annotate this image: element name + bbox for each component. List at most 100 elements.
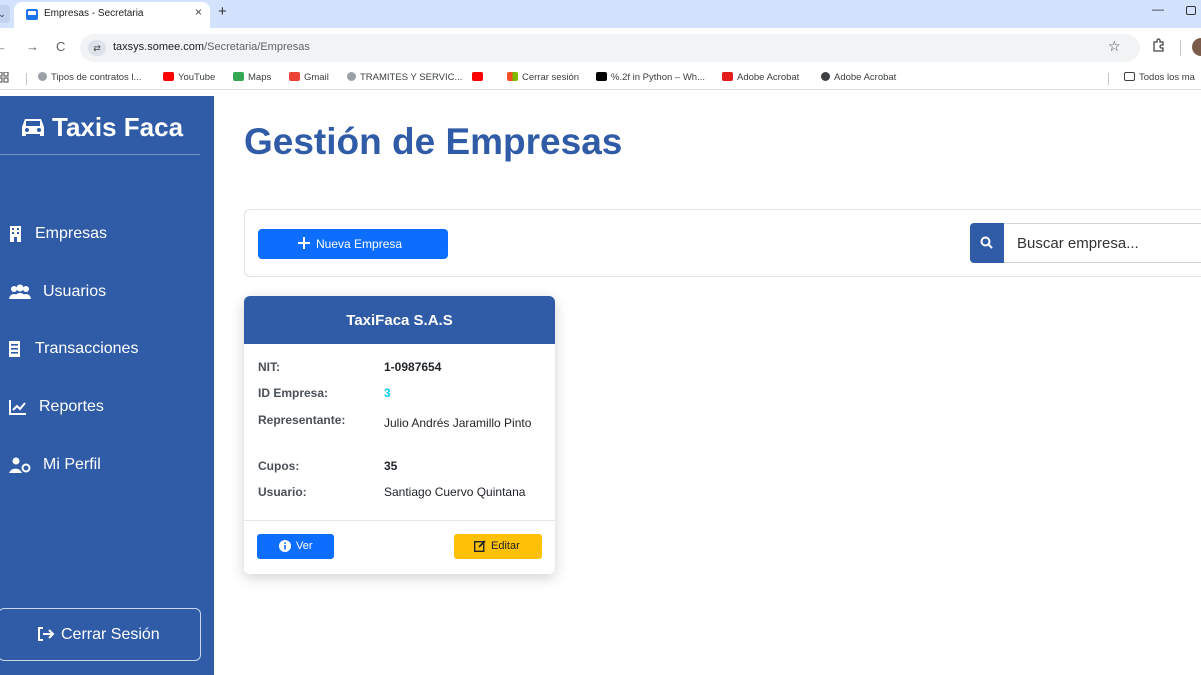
bookmark-label: Tipos de contratos l... — [51, 72, 142, 83]
globe-icon — [347, 72, 356, 81]
bookmark-label: YouTube — [178, 72, 216, 83]
bookmark-item[interactable]: Gmail — [289, 72, 329, 83]
apps-grid-icon[interactable] — [0, 71, 9, 86]
field-value-cupos: 35 — [384, 459, 398, 473]
field-label-id-empresa: ID Empresa: — [258, 386, 329, 400]
tab-search-button[interactable]: ⌄ — [0, 5, 10, 23]
user-cog-icon — [9, 457, 31, 475]
sidebar-item-label: Usuarios — [43, 283, 107, 300]
edit-icon — [473, 540, 486, 555]
bookmark-label: %.2f in Python – Wh... — [611, 72, 705, 83]
browser-tab-active[interactable]: Empresas - Secretaria × — [14, 2, 210, 28]
field-label-nit: NIT: — [258, 360, 280, 374]
bookmark-star-icon[interactable]: ☆ — [1108, 38, 1121, 55]
receipt-icon — [9, 341, 27, 359]
window-maximize-button[interactable] — [1186, 6, 1196, 15]
logout-label: Cerrar Sesión — [61, 626, 160, 643]
bookmarks-divider — [26, 73, 27, 85]
bookmark-label: TRAMITES Y SERVIC... — [360, 72, 463, 83]
bookmark-item[interactable]: YouTube — [163, 72, 215, 83]
search-input[interactable] — [1004, 223, 1201, 263]
acrobat-icon — [722, 72, 733, 81]
brand-divider — [0, 154, 200, 155]
site-info-icon[interactable]: ⇄ — [88, 40, 106, 56]
sidebar-item-empresas[interactable]: Empresas — [0, 215, 214, 255]
brand-logo[interactable]: Taxis Faca — [20, 112, 183, 145]
bookmark-label: Adobe Acrobat — [834, 72, 897, 83]
field-value-nit: 1-0987654 — [384, 360, 442, 374]
bookmark-item[interactable]: Maps — [233, 72, 271, 83]
url-path: /Secretaria/Empresas — [204, 41, 310, 53]
logout-button[interactable]: Cerrar Sesión — [0, 608, 201, 661]
bookmark-label: Gmail — [304, 72, 329, 83]
bookmarks-divider — [1108, 73, 1109, 85]
sign-out-icon — [37, 627, 55, 646]
sidebar-item-reportes[interactable]: Reportes — [0, 388, 214, 428]
bookmark-label: Cerrar sesión — [522, 72, 580, 83]
bookmark-item[interactable] — [472, 72, 487, 83]
all-bookmarks-label: Todos los ma — [1139, 72, 1195, 83]
youtube-icon — [163, 72, 174, 81]
brand-name: Taxis Faca — [52, 112, 184, 142]
site-favicon-icon — [26, 9, 38, 20]
sidebar-item-transacciones[interactable]: Transacciones — [0, 330, 214, 370]
sidebar: Taxis Faca Empresas Usuarios Transaccion… — [0, 96, 214, 675]
sidebar-item-mi-perfil[interactable]: Mi Perfil — [0, 446, 214, 486]
forward-button[interactable]: → — [26, 39, 39, 54]
back-button[interactable]: ← — [0, 39, 7, 54]
profile-avatar[interactable] — [1192, 38, 1201, 56]
search-button[interactable] — [970, 223, 1004, 263]
bookmark-item[interactable]: Adobe Acrobat — [821, 72, 896, 83]
window-minimize-button[interactable]: — — [1152, 2, 1164, 16]
info-circle-icon — [279, 540, 291, 555]
field-value-id-empresa: 3 — [384, 386, 391, 400]
taxi-icon — [20, 114, 46, 145]
bookmarks-bar: Tipos de contratos l... YouTube Maps Gma… — [0, 68, 1201, 90]
bookmark-item[interactable]: %.2f in Python – Wh... — [596, 72, 705, 83]
youtube-icon — [472, 72, 483, 81]
bookmark-item[interactable]: Cerrar sesión — [507, 72, 579, 83]
tab-title: Empresas - Secretaria — [44, 8, 144, 19]
bookmark-item[interactable]: TRAMITES Y SERVIC... — [347, 72, 462, 83]
address-bar[interactable]: ⇄ taxsys.somee.com/Secretaria/Empresas — [80, 34, 1140, 62]
field-label-representante: Representante: — [258, 413, 346, 427]
edit-button[interactable]: Editar — [454, 534, 542, 559]
bookmark-label: Adobe Acrobat — [737, 72, 800, 83]
all-bookmarks-folder[interactable]: Todos los ma — [1124, 72, 1195, 83]
url-text[interactable]: taxsys.somee.com/Secretaria/Empresas — [113, 41, 310, 53]
new-company-button[interactable]: Nueva Empresa — [258, 229, 448, 259]
python-icon — [596, 72, 607, 81]
bookmark-label: Maps — [248, 72, 272, 83]
new-company-label: Nueva Empresa — [316, 237, 403, 251]
chart-line-icon — [9, 399, 27, 417]
field-value-usuario: Santiago Cuervo Quintana — [384, 485, 526, 499]
globe-icon — [38, 72, 47, 81]
new-tab-button[interactable]: + — [218, 3, 227, 20]
field-label-usuario: Usuario: — [258, 485, 307, 499]
bookmark-item[interactable]: Adobe Acrobat — [722, 72, 799, 83]
maps-icon — [233, 72, 244, 81]
edit-label: Editar — [491, 540, 520, 552]
extensions-icon[interactable] — [1152, 38, 1166, 55]
toolbar-divider — [1180, 40, 1181, 56]
field-label-cupos: Cupos: — [258, 459, 300, 473]
company-name: TaxiFaca S.A.S — [244, 296, 555, 344]
sidebar-item-label: Transacciones — [35, 340, 139, 357]
sidebar-item-usuarios[interactable]: Usuarios — [0, 273, 214, 313]
view-label: Ver — [296, 540, 313, 552]
view-button[interactable]: Ver — [257, 534, 334, 559]
actions-toolbar: Nueva Empresa — [244, 209, 1201, 277]
users-icon — [9, 284, 31, 302]
plus-icon — [298, 233, 310, 253]
field-value-representante: Julio Andrés Jaramillo Pinto — [384, 416, 532, 430]
gmail-icon — [289, 72, 300, 81]
globe-icon — [821, 72, 830, 81]
sidebar-item-label: Reportes — [39, 398, 104, 415]
building-icon — [9, 226, 27, 244]
company-card: TaxiFaca S.A.S NIT: 1-0987654 ID Empresa… — [244, 296, 555, 574]
reload-button[interactable]: C — [56, 39, 65, 54]
sidebar-item-label: Mi Perfil — [43, 456, 101, 473]
bookmark-item[interactable]: Tipos de contratos l... — [38, 72, 141, 83]
folder-icon — [1124, 72, 1135, 81]
tab-close-button[interactable]: × — [195, 5, 202, 19]
